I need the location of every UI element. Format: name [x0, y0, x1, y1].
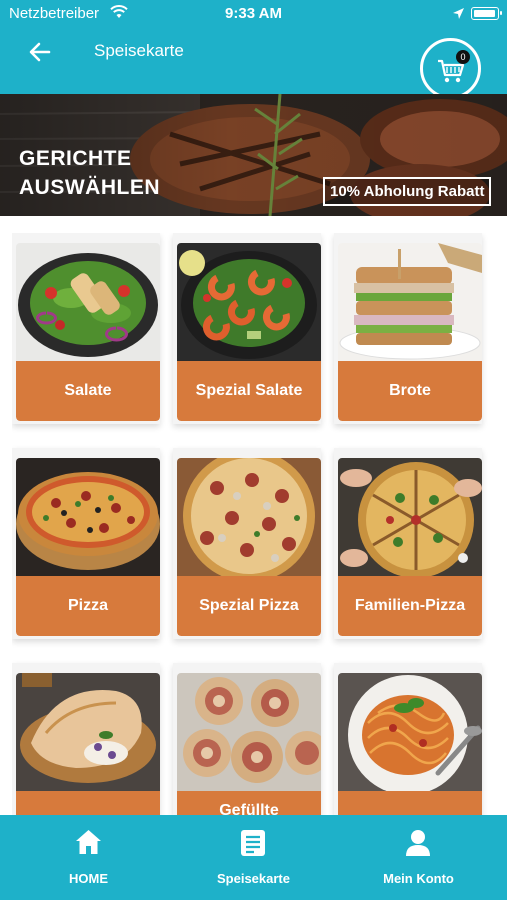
- salad-image: [16, 243, 160, 361]
- shrimp-salad-image: [177, 243, 321, 361]
- clock: 9:33 AM: [225, 5, 282, 22]
- category-label: Brote: [338, 361, 482, 421]
- cart-button[interactable]: 0: [420, 38, 481, 99]
- category-card-spezial-salate[interactable]: Spezial Salate: [173, 233, 321, 424]
- back-arrow-icon[interactable]: [26, 38, 54, 66]
- user-icon: [406, 830, 430, 856]
- home-icon: [76, 830, 101, 854]
- hero-banner: GERICHTE AUSWÄHLEN 10% Abholung Rabatt: [0, 94, 507, 216]
- battery-icon: [471, 7, 502, 20]
- category-card-pasta[interactable]: [334, 663, 482, 815]
- calzone-image: [16, 673, 160, 791]
- tab-home[interactable]: HOME: [4, 815, 173, 900]
- category-label: Salate: [16, 361, 160, 421]
- category-card-gefuellte[interactable]: Gefüllte: [173, 663, 321, 815]
- tab-label: HOME: [69, 871, 108, 886]
- page-title: Speisekarte: [94, 41, 184, 60]
- pickup-discount-badge[interactable]: 10% Abholung Rabatt: [323, 177, 492, 206]
- cart-count-badge: 0: [456, 50, 470, 64]
- filled-rolls-image: [177, 673, 321, 791]
- hero-heading-line1: GERICHTE: [19, 147, 132, 170]
- bottom-tab-bar: HOME Speisekarte Mein Konto: [0, 815, 507, 900]
- category-label: Gefüllte: [177, 791, 321, 815]
- category-label: [16, 791, 160, 815]
- app-bar: Speisekarte 0: [0, 28, 507, 99]
- spaghetti-image: [338, 673, 482, 791]
- category-card-familien-pizza[interactable]: Familien-Pizza: [334, 448, 482, 639]
- pizza-image: [16, 458, 160, 576]
- tab-mein-konto[interactable]: Mein Konto: [334, 815, 503, 900]
- hero-heading: GERICHTE AUSWÄHLEN: [19, 144, 209, 202]
- special-pizza-image: [177, 458, 321, 576]
- category-label: Spezial Pizza: [177, 576, 321, 636]
- family-pizza-image: [338, 458, 482, 576]
- location-arrow-icon: [453, 8, 464, 19]
- category-grid: Salate Spezial Salate Brote Pizza Spezia…: [12, 233, 495, 815]
- hero-heading-line2: AUSWÄHLEN: [19, 176, 160, 199]
- category-card-pizza[interactable]: Pizza: [12, 448, 160, 639]
- tab-speisekarte[interactable]: Speisekarte: [169, 815, 338, 900]
- category-label: Pizza: [16, 576, 160, 636]
- category-label: Spezial Salate: [177, 361, 321, 421]
- tab-label: Mein Konto: [383, 871, 454, 886]
- category-card-spezial-pizza[interactable]: Spezial Pizza: [173, 448, 321, 639]
- status-bar: Netzbetreiber 9:33 AM: [0, 0, 507, 28]
- category-card-brote[interactable]: Brote: [334, 233, 482, 424]
- category-card-calzone[interactable]: [12, 663, 160, 815]
- sandwich-image: [338, 243, 482, 361]
- menu-document-icon: [241, 830, 265, 856]
- tab-label: Speisekarte: [217, 871, 290, 886]
- category-card-salate[interactable]: Salate: [12, 233, 160, 424]
- category-label: Familien-Pizza: [338, 576, 482, 636]
- category-label: [338, 791, 482, 815]
